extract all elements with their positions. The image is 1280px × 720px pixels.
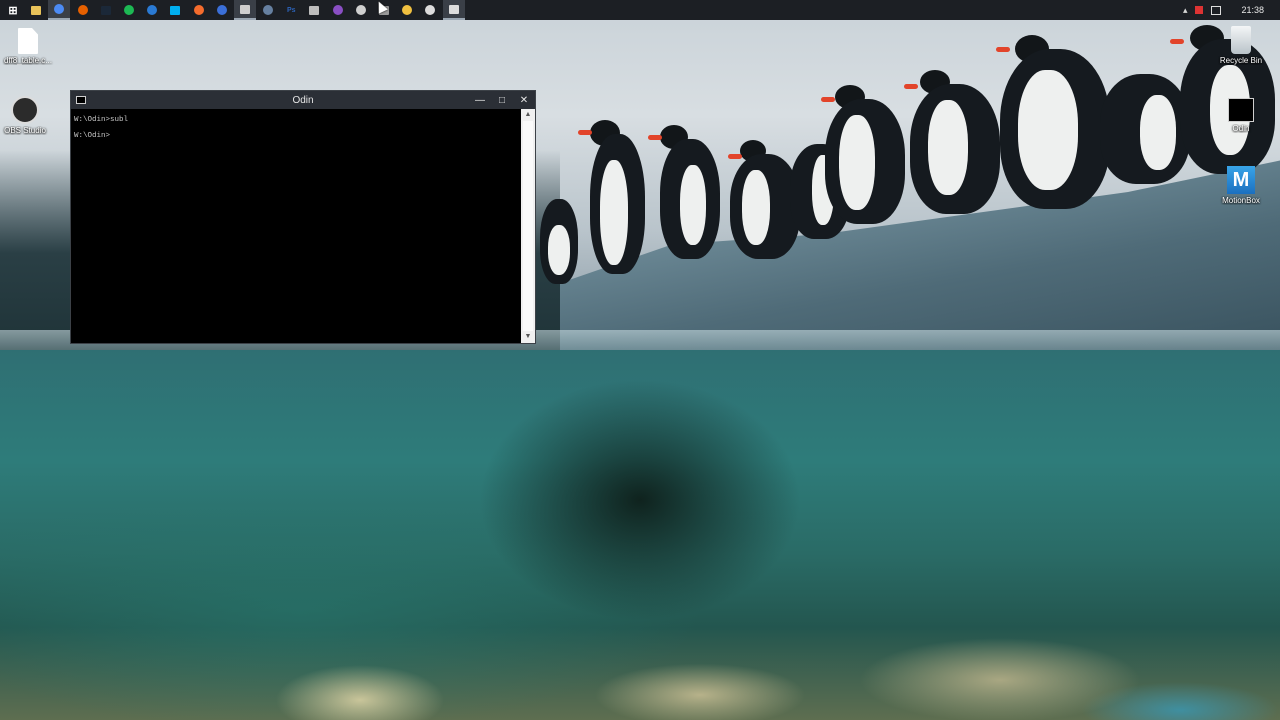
taskbar-button-edge[interactable] <box>141 0 163 20</box>
desktop-icon-label: MotionBox <box>1222 196 1260 205</box>
taskbar-button-firefox[interactable] <box>72 0 94 20</box>
wallpaper-boulders <box>0 600 1280 720</box>
desktop-icon-label: OBS Studio <box>4 126 46 135</box>
taskbar-button-app-window[interactable] <box>211 0 233 20</box>
console-app-icon[interactable] <box>76 96 86 104</box>
dots-icon <box>263 5 274 15</box>
clock-app-icon <box>309 5 320 15</box>
app-window-icon <box>216 5 227 15</box>
file-explorer-icon <box>31 5 42 15</box>
taskbar-button-clock-app[interactable] <box>303 0 325 20</box>
console-prompt-line: W:\Odin> <box>74 132 111 140</box>
taskbar-button-photoshop[interactable]: Ps <box>280 0 302 20</box>
file-icon <box>18 28 38 54</box>
taskbar-button-skype[interactable] <box>164 0 186 20</box>
notepad-icon <box>239 4 250 14</box>
origin-icon <box>193 5 204 15</box>
obs-studio-icon <box>11 96 39 124</box>
console-output[interactable]: W:\Odin>subl W:\Odin> <box>71 109 521 343</box>
taskbar-button-obs[interactable] <box>350 0 372 20</box>
spotify-icon <box>123 5 134 15</box>
console-line: W:\Odin>subl <box>74 116 129 124</box>
desktop-icon-odin[interactable]: Odin <box>1213 98 1269 133</box>
close-button[interactable]: ✕ <box>513 91 535 109</box>
taskbar-button-visual-studio[interactable] <box>327 0 349 20</box>
taskbar-button-dots[interactable] <box>257 0 279 20</box>
recycle-bin-icon <box>1231 26 1251 54</box>
chrome-icon <box>54 4 65 14</box>
taskbar-button-cmd[interactable] <box>442 0 465 20</box>
desktop-icon-label: Recycle Bin <box>1219 56 1263 65</box>
desktop-icon-recycle-bin[interactable]: Recycle Bin <box>1213 26 1269 65</box>
scroll-up-arrow-icon[interactable]: ▲ <box>521 109 535 121</box>
taskbar-clock[interactable]: 21:38 <box>1241 5 1264 15</box>
desktop-icon-label: Odin <box>1232 124 1250 133</box>
tray-app-icon[interactable] <box>1195 6 1204 14</box>
scroll-down-arrow-icon[interactable]: ▼ <box>521 331 535 343</box>
window-title: Odin <box>292 94 314 106</box>
window-titlebar[interactable]: Odin — □ ✕ <box>71 91 535 109</box>
motionbox-icon: M <box>1227 166 1255 194</box>
steam-icon <box>100 5 111 15</box>
scrollbar-thumb[interactable] <box>523 121 533 331</box>
taskbar: ⊞ Ps ▴ 21:38 <box>0 0 1280 20</box>
desktop-icon-label: dff8_table.c... <box>4 56 52 65</box>
window-controls: — □ ✕ <box>469 91 535 109</box>
odin-shortcut-icon <box>1228 98 1254 122</box>
skype-icon <box>170 5 181 15</box>
taskbar-button-chrome[interactable] <box>48 0 71 20</box>
taskbar-button-file-explorer[interactable] <box>25 0 47 20</box>
visual-studio-icon <box>332 5 343 15</box>
firefox-icon <box>77 5 88 15</box>
cmd-icon <box>448 4 459 14</box>
taskbar-button-pin[interactable] <box>396 0 418 20</box>
taskbar-button-origin[interactable] <box>188 0 210 20</box>
system-tray: ▴ 21:38 <box>1175 0 1280 20</box>
vertical-scrollbar[interactable]: ▲ ▼ <box>521 109 535 343</box>
desktop-icon-obs-studio[interactable]: OBS Studio <box>0 96 53 135</box>
terminal-small-icon <box>425 5 436 15</box>
console-window: Odin — □ ✕ W:\Odin>subl W:\Odin> ▲ ▼ <box>70 90 536 344</box>
start-icon: ⊞ <box>8 4 18 17</box>
taskbar-button-spotify[interactable] <box>118 0 140 20</box>
maximize-button[interactable]: □ <box>491 91 513 109</box>
photoshop-icon: Ps <box>286 6 296 14</box>
taskbar-button-start[interactable]: ⊞ <box>2 0 24 20</box>
obs-icon <box>355 5 366 15</box>
taskbar-button-notepad[interactable] <box>233 0 256 20</box>
edge-icon <box>147 5 158 15</box>
minimize-button[interactable]: — <box>469 91 491 109</box>
desktop-icon-file[interactable]: dff8_table.c... <box>0 28 56 65</box>
pin-icon <box>402 5 413 15</box>
taskbar-button-terminal-small[interactable] <box>419 0 441 20</box>
taskbar-app-list: ⊞ Ps <box>0 0 466 20</box>
tray-chevron-icon[interactable]: ▴ <box>1183 5 1188 16</box>
taskbar-button-steam[interactable] <box>95 0 117 20</box>
desktop-icon-motionbox[interactable]: M MotionBox <box>1213 166 1269 205</box>
action-center-icon[interactable] <box>1211 5 1222 15</box>
